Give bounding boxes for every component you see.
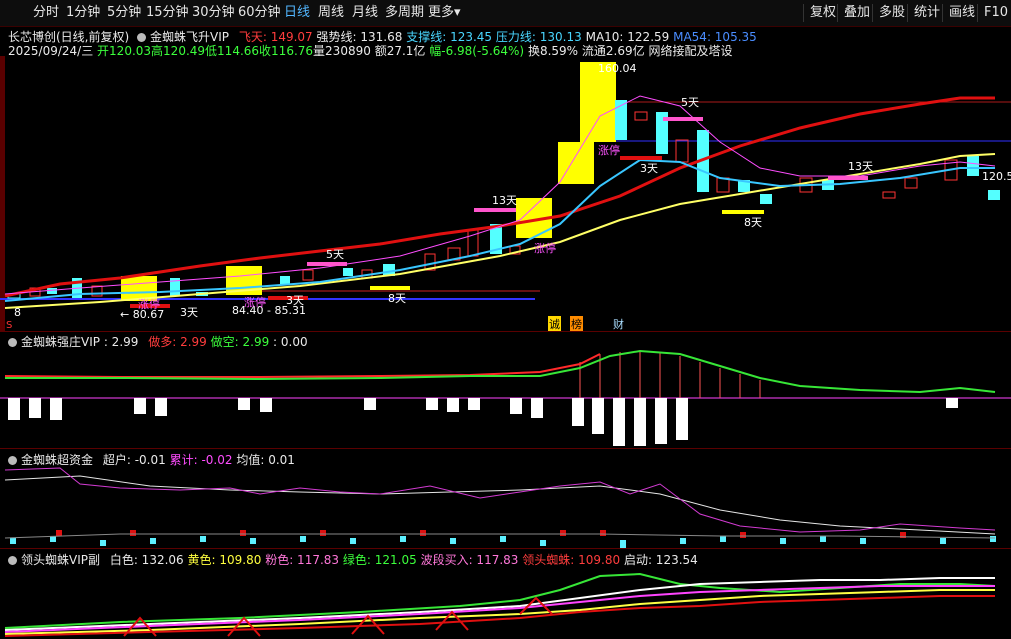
panel2-value: : 2.99	[103, 335, 139, 349]
strength-indicator-chart[interactable]	[0, 348, 1011, 448]
limit-up-label-2: 涨停	[244, 295, 266, 309]
f10-button[interactable]: F10	[977, 4, 1011, 22]
days-3-label-a: 3天	[180, 306, 198, 319]
panel4-wave-buy: 波段买入: 117.83	[420, 553, 519, 567]
panel4-start: 启动: 123.54	[623, 553, 698, 567]
days-5-label-a: 5天	[326, 248, 344, 261]
limit-up-label-3: 涨停	[534, 241, 556, 255]
high-price-label: 160.04	[598, 62, 637, 75]
panel4-yellow: 黄色: 109.80	[187, 553, 262, 567]
separator-3	[0, 548, 1011, 549]
statistics-button[interactable]: 统计	[907, 4, 946, 22]
panel4-pink: 粉色: 117.83	[265, 553, 340, 567]
multi-stock-button[interactable]: 多股	[872, 4, 911, 22]
fund-indicator-chart[interactable]	[0, 464, 1011, 548]
panel4-white: 白色: 132.06	[109, 553, 184, 567]
tab-weekly[interactable]: 周线	[318, 4, 344, 22]
tab-monthly[interactable]: 月线	[352, 4, 378, 22]
separator-2	[0, 448, 1011, 449]
panel4-name: 领头蜘蛛VIP副	[21, 553, 100, 567]
days-3-label-c: 3天	[640, 162, 658, 175]
tab-60min[interactable]: 60分钟	[238, 4, 281, 22]
days-8-label-a: 8天	[388, 292, 406, 305]
days-13-label-b: 13天	[848, 160, 873, 173]
days-13-label-a: 13天	[492, 194, 517, 207]
tab-more[interactable]: 更多▾	[428, 4, 461, 22]
panel2-extra: : 0.00	[273, 335, 308, 349]
draw-line-button[interactable]: 画线	[942, 4, 981, 22]
overlay-button[interactable]: 叠加	[837, 4, 876, 22]
main-kline-chart[interactable]: 160.04 120.5 ← 80.67 84.40 - 85.31 5天 5天…	[0, 56, 1011, 331]
separator-1	[0, 331, 1011, 332]
event-tag-cheng[interactable]: 诚	[548, 316, 561, 332]
event-tag-bang[interactable]: 榜	[570, 316, 583, 332]
tab-timeshare[interactable]: 分时	[33, 4, 59, 22]
s-marker: S	[6, 320, 12, 331]
panel2-name: 金蜘蛛强庄VIP	[21, 335, 100, 349]
limit-up-label-1: 涨停	[138, 297, 160, 311]
tab-15min[interactable]: 15分钟	[146, 4, 189, 22]
panel2-do-short: 做空: 2.99	[210, 335, 270, 349]
tab-multi-period[interactable]: 多周期	[385, 4, 424, 22]
panel4-green: 绿色: 121.05	[342, 553, 417, 567]
tab-5min[interactable]: 5分钟	[107, 4, 141, 22]
days-5-label-b: 5天	[681, 96, 699, 109]
left-small-label: 8	[14, 306, 21, 319]
lead-spider-chart[interactable]	[0, 566, 1011, 638]
tab-1min[interactable]: 1分钟	[66, 4, 100, 22]
event-tag-cai[interactable]: 财	[612, 316, 625, 332]
limit-up-label-4: 涨停	[598, 143, 620, 157]
price-120-label: 120.5	[982, 170, 1011, 183]
panel2-do-more: 做多: 2.99	[148, 335, 207, 349]
days-3-label-b: 3天	[286, 294, 304, 307]
days-8-label-b: 8天	[744, 216, 762, 229]
panel2-dot-icon[interactable]	[8, 338, 17, 347]
tab-30min[interactable]: 30分钟	[192, 4, 235, 22]
panel4-dot-icon[interactable]	[8, 556, 17, 565]
tab-daily[interactable]: 日线	[284, 4, 310, 22]
panel4-lead: 领头蜘蛛: 109.80	[522, 553, 621, 567]
indicator-dot-icon[interactable]	[137, 33, 147, 42]
period-toolbar: 分时 1分钟 5分钟 15分钟 30分钟 60分钟 日线 周线 月线 多周期 更…	[0, 0, 1011, 27]
